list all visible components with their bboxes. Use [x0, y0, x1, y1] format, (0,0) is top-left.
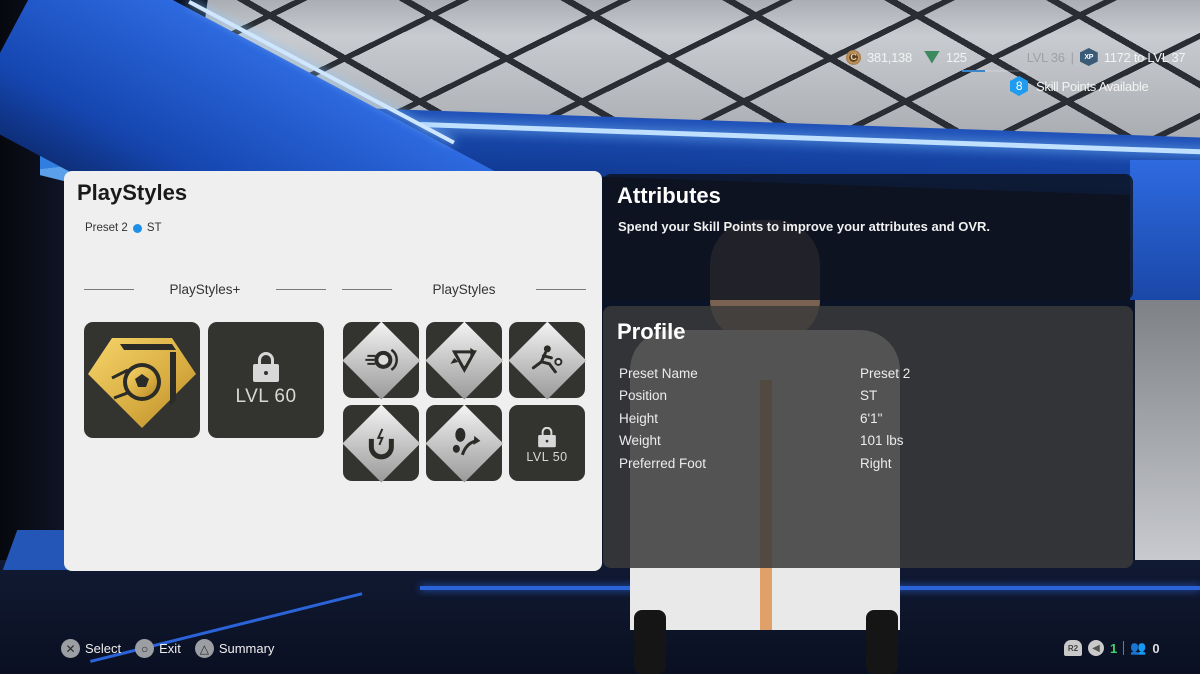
lock-icon: [253, 352, 279, 382]
select-prompt[interactable]: ✕ Select: [61, 639, 121, 658]
skill-points-label: Skill Points Available: [1036, 78, 1149, 94]
divider: [1123, 641, 1125, 655]
profile-label: Height: [619, 410, 659, 426]
press-proven-icon: [368, 428, 394, 460]
preset-name: Preset 2: [85, 222, 128, 234]
voice-count: 1: [1110, 640, 1118, 656]
circle-button-icon: ○: [135, 639, 155, 658]
top-hud: C 381,138 125 LVL 36 | XP 1172 to LVL 37…: [800, 0, 1200, 110]
playstyle-tile[interactable]: [342, 321, 420, 399]
position-dot: [132, 223, 142, 233]
profile-label: Weight: [619, 433, 661, 449]
skill-points-badge: 8: [1010, 76, 1028, 96]
tiki-taka-icon: [450, 348, 477, 374]
playstyles-plus-header: PlayStyles+: [84, 282, 326, 297]
select-label: Select: [85, 641, 122, 656]
attributes-title: Attributes: [617, 183, 721, 208]
xp-icon: XP: [1079, 48, 1098, 66]
coins-icon: C: [846, 49, 861, 65]
finesse-shot-plus-icon: [88, 338, 196, 428]
summary-label: Summary: [218, 641, 275, 656]
profile-title: Profile: [617, 319, 686, 344]
lock-icon: [538, 426, 556, 448]
playstyle-locked-tile[interactable]: LVL 50: [509, 405, 585, 481]
playstyles-label: PlayStyles: [432, 282, 496, 297]
skill-points: 8 Skill Points Available: [1010, 76, 1149, 96]
exit-prompt[interactable]: ○ Exit: [135, 639, 181, 658]
playstyles-header: PlayStyles: [342, 282, 586, 297]
profile-value: ST: [860, 388, 878, 404]
profile-row: Preset Name Preset 2: [619, 362, 1119, 385]
profile-label: Position: [619, 388, 668, 404]
acrobatic-icon: [531, 345, 562, 374]
speaker-icon: ◀: [1088, 640, 1104, 656]
playstyle-plus-locked-tile[interactable]: LVL 60: [208, 322, 324, 438]
divider: [84, 289, 134, 290]
profile-row: Height 6'1": [619, 407, 1119, 430]
divider: [342, 289, 392, 290]
right-wall-banner: [1130, 160, 1200, 300]
profile-panel: Profile Preset Name Preset 2 Position ST…: [603, 306, 1133, 568]
unlock-level: LVL 50: [526, 450, 568, 464]
current-level: LVL 36: [1026, 49, 1065, 65]
lockers: [1135, 300, 1200, 560]
profile-value: 6'1": [860, 410, 883, 426]
exit-label: Exit: [159, 641, 181, 656]
player-glove-right: [866, 610, 898, 674]
party-count: 0: [1152, 640, 1160, 656]
points-icon: [923, 50, 940, 64]
voice-status: R2 ◀ 1 👥 0: [1064, 640, 1160, 656]
power-shot-icon: [365, 348, 398, 372]
party-icon: 👥: [1130, 640, 1147, 655]
level-separator: |: [1070, 49, 1074, 65]
summary-prompt[interactable]: △ Summary: [194, 639, 275, 658]
divider: [275, 289, 326, 290]
xp-to-next-level: 1172 to LVL 37: [1103, 49, 1186, 65]
divider: [536, 289, 586, 290]
profile-row: Position ST: [619, 385, 1119, 408]
profile-label: Preset Name: [619, 365, 698, 381]
playstyles-panel: PlayStyles Preset 2 ST PlayStyles+ PlayS…: [64, 171, 602, 571]
playstyle-tile[interactable]: [425, 404, 503, 482]
profile-value: Right: [860, 455, 892, 471]
profile-value: 101 lbs: [860, 433, 904, 449]
profile-row: Weight 101 lbs: [619, 430, 1119, 453]
preset-position: ST: [146, 222, 162, 234]
button-prompts: ✕ Select ○ Exit △ Summary: [61, 639, 280, 658]
profile-row: Preferred Foot Right: [619, 452, 1119, 475]
points-value: 125: [945, 49, 967, 65]
coins-value: 381,138: [867, 49, 912, 65]
profile-value: Preset 2: [860, 365, 911, 381]
playstyle-tile[interactable]: [425, 321, 503, 399]
profile-details: Preset Name Preset 2 Position ST Height …: [619, 362, 1119, 475]
preset-info: Preset 2 ST: [85, 222, 162, 234]
unlock-level: LVL 60: [235, 386, 297, 407]
triangle-button-icon: △: [194, 639, 214, 658]
playstyles-plus-label: PlayStyles+: [169, 282, 241, 297]
playstyle-plus-tile[interactable]: [84, 322, 200, 438]
quick-step-icon: [452, 428, 480, 456]
cross-button-icon: ✕: [61, 639, 80, 658]
r2-button-icon: R2: [1064, 640, 1082, 656]
profile-label: Preferred Foot: [619, 455, 707, 471]
playstyle-tile[interactable]: [342, 404, 420, 482]
playstyle-tile[interactable]: [508, 321, 586, 399]
playstyles-title: PlayStyles: [77, 180, 188, 205]
player-glove-left: [634, 610, 666, 674]
attributes-description: Spend your Skill Points to improve your …: [618, 219, 990, 234]
xp-progress-bar: [962, 70, 1028, 72]
attributes-panel[interactable]: Attributes Spend your Skill Points to im…: [603, 174, 1133, 300]
